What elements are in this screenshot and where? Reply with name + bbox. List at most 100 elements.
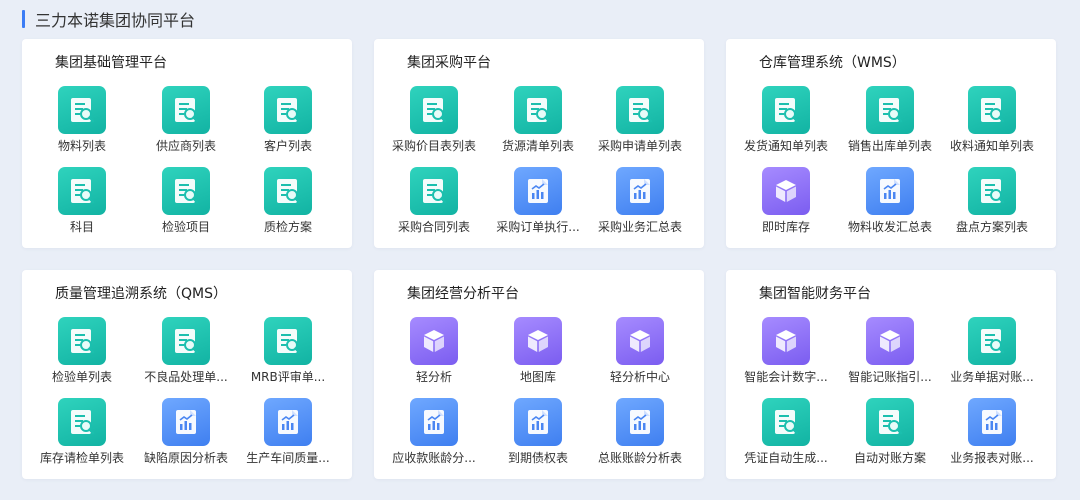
app-tile-label: 物料列表 — [57, 139, 106, 153]
app-tile[interactable]: 缺陷原因分析表 — [131, 398, 241, 468]
app-tile[interactable]: 检验项目 — [131, 167, 241, 237]
app-tile-label: 物料收发汇总表 — [847, 220, 932, 234]
platform-card: 仓库管理系统（WMS） 发货通知单列表 销售出库单列表 收料通知单列表即时库存 物料收发… — [726, 39, 1056, 248]
app-tile-label: 自动对账方案 — [853, 451, 926, 465]
app-tile-label: 检验项目 — [161, 220, 210, 234]
cube-icon — [762, 167, 810, 215]
doc-search-icon — [514, 86, 562, 134]
report-chart-icon — [410, 398, 458, 446]
app-tile-label: 采购申请单列表 — [597, 139, 682, 153]
app-tile-label: 生产车间质量... — [246, 451, 330, 465]
doc-search-icon — [762, 86, 810, 134]
app-tile[interactable]: 轻分析中心 — [585, 317, 695, 387]
app-tile[interactable]: 业务单据对账... — [937, 317, 1047, 387]
app-tile[interactable]: 即时库存 — [731, 167, 841, 237]
app-tile[interactable]: MRB评审单... — [233, 317, 343, 387]
page-header: 三力本诺集团协同平台 — [22, 8, 195, 30]
app-tile[interactable]: 盘点方案列表 — [937, 167, 1047, 237]
app-tile[interactable]: 质检方案 — [233, 167, 343, 237]
app-tile[interactable]: 智能会计数字... — [731, 317, 841, 387]
app-tile-label: 发货通知单列表 — [743, 139, 828, 153]
app-tile[interactable]: 业务报表对账... — [937, 398, 1047, 468]
app-tile[interactable]: 收料通知单列表 — [937, 86, 1047, 156]
platform-card: 质量管理追溯系统（QMS） 检验单列表 不良品处理单... MRB评审单... 库存请检… — [22, 270, 352, 479]
report-chart-icon — [264, 398, 312, 446]
doc-search-icon — [58, 317, 106, 365]
platform-card: 集团基础管理平台 物料列表 供应商列表 客户列表科目 检验项目 质检方案 — [22, 39, 352, 248]
app-tile[interactable]: 供应商列表 — [131, 86, 241, 156]
app-tile-label: 缺陷原因分析表 — [143, 451, 228, 465]
app-tile[interactable]: 采购价目表列表 — [379, 86, 489, 156]
doc-search-icon — [616, 86, 664, 134]
app-tile[interactable]: 销售出库单列表 — [835, 86, 945, 156]
app-tile[interactable]: 轻分析 — [379, 317, 489, 387]
app-tile[interactable]: 自动对账方案 — [835, 398, 945, 468]
app-tile-label: 轻分析 — [415, 370, 452, 384]
doc-search-icon — [264, 317, 312, 365]
card-title: 仓库管理系统（WMS） — [759, 55, 906, 71]
report-chart-icon — [616, 398, 664, 446]
doc-search-icon — [58, 167, 106, 215]
report-chart-icon — [514, 398, 562, 446]
app-tile[interactable]: 库存请检单列表 — [27, 398, 137, 468]
app-tile[interactable]: 地图库 — [483, 317, 593, 387]
card-title: 集团经营分析平台 — [407, 286, 519, 302]
card-title: 集团基础管理平台 — [55, 55, 167, 71]
platform-card: 集团经营分析平台轻分析 地图库 轻分析中心应收款账龄分... 到期债权表 总账账龄分析表 — [374, 270, 704, 479]
app-tile[interactable]: 生产车间质量... — [233, 398, 343, 468]
app-tile[interactable]: 检验单列表 — [27, 317, 137, 387]
doc-search-icon — [264, 167, 312, 215]
app-tile[interactable]: 总账账龄分析表 — [585, 398, 695, 468]
app-tile-label: 客户列表 — [263, 139, 312, 153]
doc-search-icon — [162, 86, 210, 134]
report-chart-icon — [514, 167, 562, 215]
doc-search-icon — [968, 167, 1016, 215]
doc-search-icon — [264, 86, 312, 134]
report-chart-icon — [968, 398, 1016, 446]
app-tile[interactable]: 物料列表 — [27, 86, 137, 156]
app-tile[interactable]: 采购业务汇总表 — [585, 167, 695, 237]
header-accent-bar — [22, 10, 25, 28]
doc-search-icon — [162, 167, 210, 215]
app-tile-label: 采购价目表列表 — [391, 139, 476, 153]
app-tile-label: 采购订单执行... — [496, 220, 580, 234]
app-tile[interactable]: 采购合同列表 — [379, 167, 489, 237]
cube-icon — [616, 317, 664, 365]
page-title: 三力本诺集团协同平台 — [35, 11, 196, 30]
app-tile[interactable]: 采购订单执行... — [483, 167, 593, 237]
app-tile[interactable]: 发货通知单列表 — [731, 86, 841, 156]
app-tile[interactable]: 物料收发汇总表 — [835, 167, 945, 237]
doc-search-icon — [762, 398, 810, 446]
app-tile-label: 货源清单列表 — [501, 139, 574, 153]
doc-search-icon — [866, 398, 914, 446]
doc-search-icon — [866, 86, 914, 134]
app-tile-label: 即时库存 — [761, 220, 810, 234]
app-tile[interactable]: 到期债权表 — [483, 398, 593, 468]
app-tile-label: 业务单据对账... — [950, 370, 1034, 384]
cube-icon — [514, 317, 562, 365]
app-tile[interactable]: 采购申请单列表 — [585, 86, 695, 156]
app-tile[interactable]: 货源清单列表 — [483, 86, 593, 156]
app-tile-label: 地图库 — [519, 370, 556, 384]
app-tile[interactable]: 智能记账指引... — [835, 317, 945, 387]
app-tile-label: MRB评审单... — [250, 370, 326, 384]
doc-search-icon — [58, 398, 106, 446]
app-tile-label: 轻分析中心 — [609, 370, 670, 384]
app-tile-label: 到期债权表 — [507, 451, 568, 465]
doc-search-icon — [968, 317, 1016, 365]
platform-card: 集团采购平台采购价目表列表 货源清单列表 采购申请单列表采购合同列表 采购订单执行..… — [374, 39, 704, 248]
app-tile[interactable]: 应收款账龄分... — [379, 398, 489, 468]
app-tile[interactable]: 不良品处理单... — [131, 317, 241, 387]
card-title: 集团智能财务平台 — [759, 286, 871, 302]
doc-search-icon — [968, 86, 1016, 134]
app-tile-label: 收料通知单列表 — [949, 139, 1034, 153]
app-tile-label: 销售出库单列表 — [847, 139, 932, 153]
app-tile[interactable]: 凭证自动生成... — [731, 398, 841, 468]
app-tile-label: 采购合同列表 — [397, 220, 470, 234]
app-tile[interactable]: 科目 — [27, 167, 137, 237]
app-tile-label: 应收款账龄分... — [392, 451, 476, 465]
doc-search-icon — [410, 86, 458, 134]
card-title: 集团采购平台 — [407, 55, 491, 71]
doc-search-icon — [410, 167, 458, 215]
app-tile[interactable]: 客户列表 — [233, 86, 343, 156]
